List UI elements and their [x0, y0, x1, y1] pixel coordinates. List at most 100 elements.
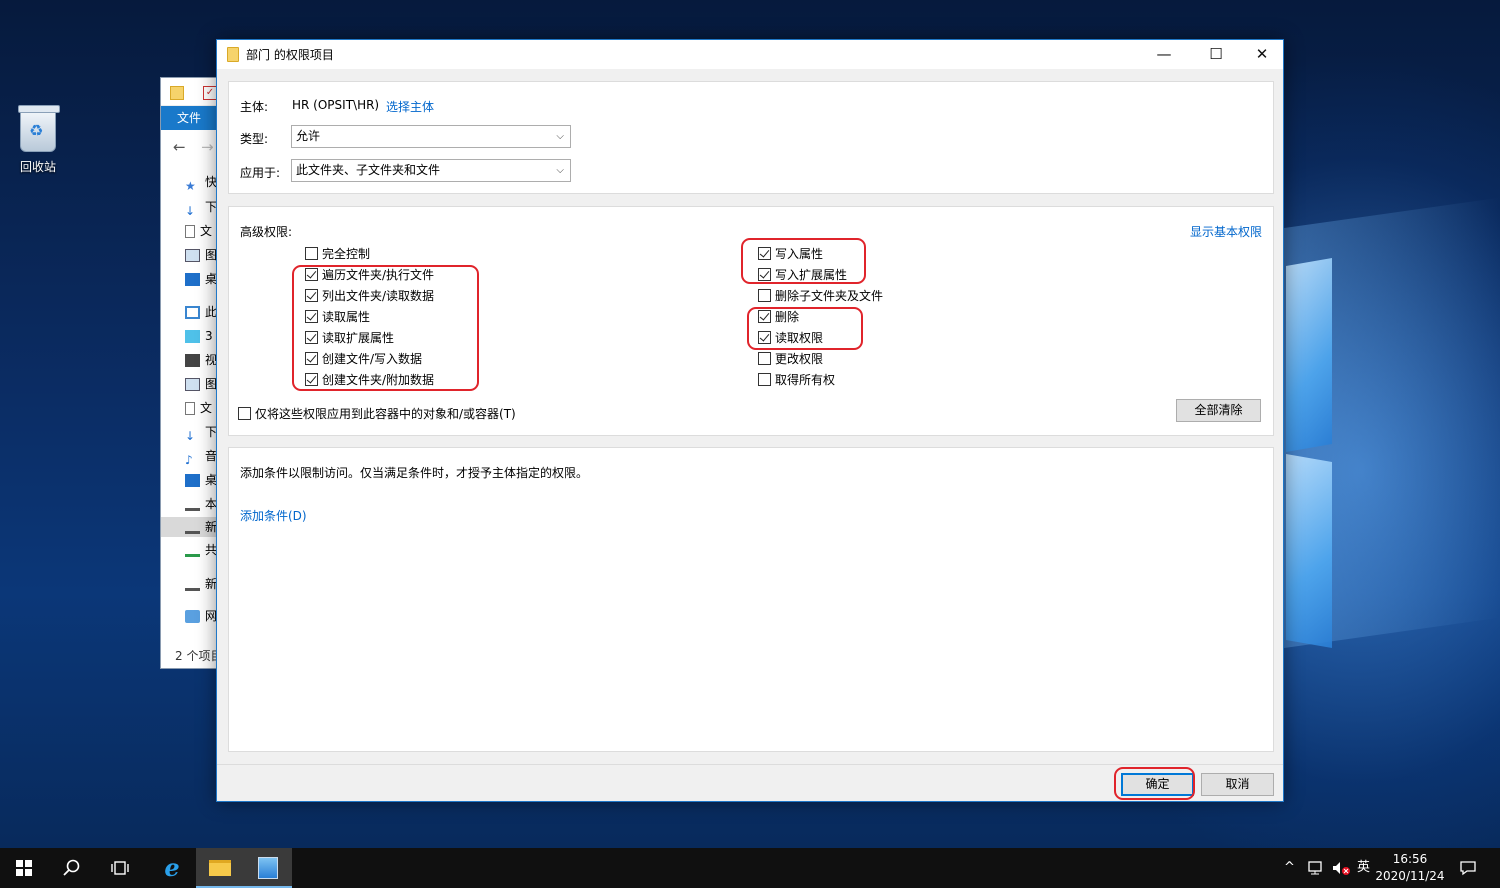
checkbox-unchecked[interactable] [758, 289, 771, 302]
condition-panel: 添加条件以限制访问。仅当满足条件时，才授予主体指定的权限。 添加条件(D) [228, 447, 1274, 752]
footer-separator [217, 764, 1283, 765]
cancel-button[interactable]: 取消 [1201, 773, 1274, 796]
permission-label: 更改权限 [775, 352, 824, 366]
advanced-permissions-label: 高级权限: [240, 225, 293, 239]
checkbox-checked[interactable] [758, 268, 771, 281]
permission-checkbox[interactable]: 写入属性 [758, 245, 823, 263]
checkbox-checked[interactable] [305, 373, 318, 386]
permission-checkbox[interactable]: 创建文件/写入数据 [305, 350, 422, 368]
add-condition-link[interactable]: 添加条件(D) [240, 507, 307, 524]
minimize-button[interactable]: — [1141, 40, 1187, 69]
show-basic-permissions-link[interactable]: 显示基本权限 [1190, 223, 1262, 240]
type-select[interactable]: 允许 ⌵ [291, 125, 571, 148]
checkbox-checked[interactable] [305, 352, 318, 365]
recycle-bin-shortcut[interactable]: ♻ 回收站 [10, 105, 66, 175]
picture-icon [185, 378, 200, 391]
action-center-button[interactable] [1459, 848, 1477, 888]
recycle-bin-label: 回收站 [19, 160, 56, 174]
permission-checkbox[interactable]: 创建文件夹/附加数据 [305, 371, 434, 389]
permission-checkbox[interactable]: 读取扩展属性 [305, 329, 394, 347]
internet-explorer-button[interactable]: e [148, 848, 196, 888]
permission-checkbox[interactable]: 删除 [758, 308, 799, 326]
permission-checkbox[interactable]: 列出文件夹/读取数据 [305, 287, 434, 305]
select-principal-link[interactable]: 选择主体 [386, 98, 434, 115]
notification-icon [1460, 860, 1476, 875]
checkbox-checked[interactable] [305, 331, 318, 344]
permission-checkbox[interactable]: 读取属性 [305, 308, 370, 326]
checkbox-unchecked[interactable] [305, 247, 318, 260]
applies-to-label: 应用于: [240, 166, 281, 180]
checkbox-checked[interactable] [758, 331, 771, 344]
checkbox-checked[interactable] [305, 310, 318, 323]
picture-icon [185, 249, 200, 262]
chevron-down-icon: ⌵ [556, 131, 564, 142]
network-status-icon[interactable] [1306, 848, 1324, 888]
search-icon [63, 859, 80, 876]
permission-label: 完全控制 [322, 247, 371, 261]
apply-only-to-container-checkbox[interactable]: 仅将这些权限应用到此容器中的对象和/或容器(T) [238, 405, 516, 423]
ok-button[interactable]: 确定 [1121, 773, 1194, 796]
checkbox-unchecked[interactable] [758, 352, 771, 365]
maximize-button[interactable]: ☐ [1193, 40, 1239, 69]
document-icon [185, 402, 195, 415]
permission-checkbox[interactable]: 更改权限 [758, 350, 823, 368]
download-icon: ↓ [185, 429, 196, 443]
show-hidden-icons-button[interactable]: ^ [1284, 848, 1295, 888]
chevron-down-icon: ⌵ [556, 165, 564, 176]
clear-all-button[interactable]: 全部清除 [1176, 399, 1261, 422]
checkbox-checked[interactable] [305, 268, 318, 281]
checkbox-checked[interactable] [305, 289, 318, 302]
download-icon: ↓ [185, 204, 196, 218]
volume-muted-icon[interactable] [1331, 848, 1351, 888]
close-button[interactable]: ✕ [1239, 40, 1285, 69]
permission-checkbox[interactable]: 完全控制 [305, 245, 370, 263]
back-arrow-icon[interactable]: ← [173, 138, 186, 156]
checkbox-unchecked[interactable] [758, 373, 771, 386]
drive-icon [185, 521, 200, 534]
permission-label: 删除子文件夹及文件 [775, 289, 884, 303]
type-label: 类型: [240, 132, 269, 146]
music-icon: ♪ [185, 453, 193, 467]
permission-label: 写入属性 [775, 247, 824, 261]
checkbox-box[interactable] [238, 407, 251, 420]
permission-label: 读取属性 [322, 310, 371, 324]
server-manager-taskbar-button[interactable] [244, 848, 292, 888]
dialog-titlebar[interactable]: 部门 的权限项目 — ☐ ✕ [217, 40, 1283, 69]
input-method-indicator[interactable]: 英 [1357, 848, 1370, 888]
permission-checkbox[interactable]: 遍历文件夹/执行文件 [305, 266, 434, 284]
clock-time: 16:56 [1392, 852, 1428, 866]
condition-description: 添加条件以限制访问。仅当满足条件时，才授予主体指定的权限。 [240, 466, 589, 480]
permission-checkbox[interactable]: 删除子文件夹及文件 [758, 287, 883, 305]
network-icon [185, 610, 200, 623]
permission-label: 创建文件夹/附加数据 [322, 373, 435, 387]
file-explorer-taskbar-button[interactable] [196, 848, 244, 888]
desktop-icon [185, 273, 200, 286]
folder-icon [209, 860, 231, 876]
video-icon [185, 354, 200, 367]
task-view-button[interactable] [96, 848, 144, 888]
principal-panel: 主体: HR (OPSIT\HR) 选择主体 类型: 允许 ⌵ 应用于: 此文件… [228, 81, 1274, 194]
permission-checkbox[interactable]: 写入扩展属性 [758, 266, 847, 284]
server-manager-icon [258, 857, 278, 879]
permission-label: 删除 [775, 310, 800, 324]
properties-icon[interactable]: ✓ [203, 86, 217, 100]
applies-to-select[interactable]: 此文件夹、子文件夹和文件 ⌵ [291, 159, 571, 182]
start-button[interactable] [0, 848, 48, 888]
desktop-icon [185, 474, 200, 487]
permission-checkbox[interactable]: 取得所有权 [758, 371, 835, 389]
principal-label: 主体: [240, 100, 269, 114]
search-button[interactable] [48, 848, 96, 888]
taskbar: e ^ 英 16:56 2020/11/24 [0, 848, 1500, 888]
permission-label: 写入扩展属性 [775, 268, 848, 282]
checkbox-checked[interactable] [758, 247, 771, 260]
internet-explorer-icon: e [164, 853, 180, 882]
forward-arrow-icon[interactable]: → [201, 138, 214, 156]
permission-checkbox[interactable]: 读取权限 [758, 329, 823, 347]
windows-icon [16, 860, 32, 876]
checkbox-checked[interactable] [758, 310, 771, 323]
computer-icon [185, 306, 200, 319]
cube-icon [185, 330, 200, 343]
apply-only-label: 仅将这些权限应用到此容器中的对象和/或容器(T) [255, 407, 516, 421]
clock[interactable]: 16:56 2020/11/24 [1370, 851, 1450, 885]
permission-entry-dialog[interactable]: 部门 的权限项目 — ☐ ✕ 主体: HR (OPSIT\HR) 选择主体 类型… [216, 39, 1284, 802]
